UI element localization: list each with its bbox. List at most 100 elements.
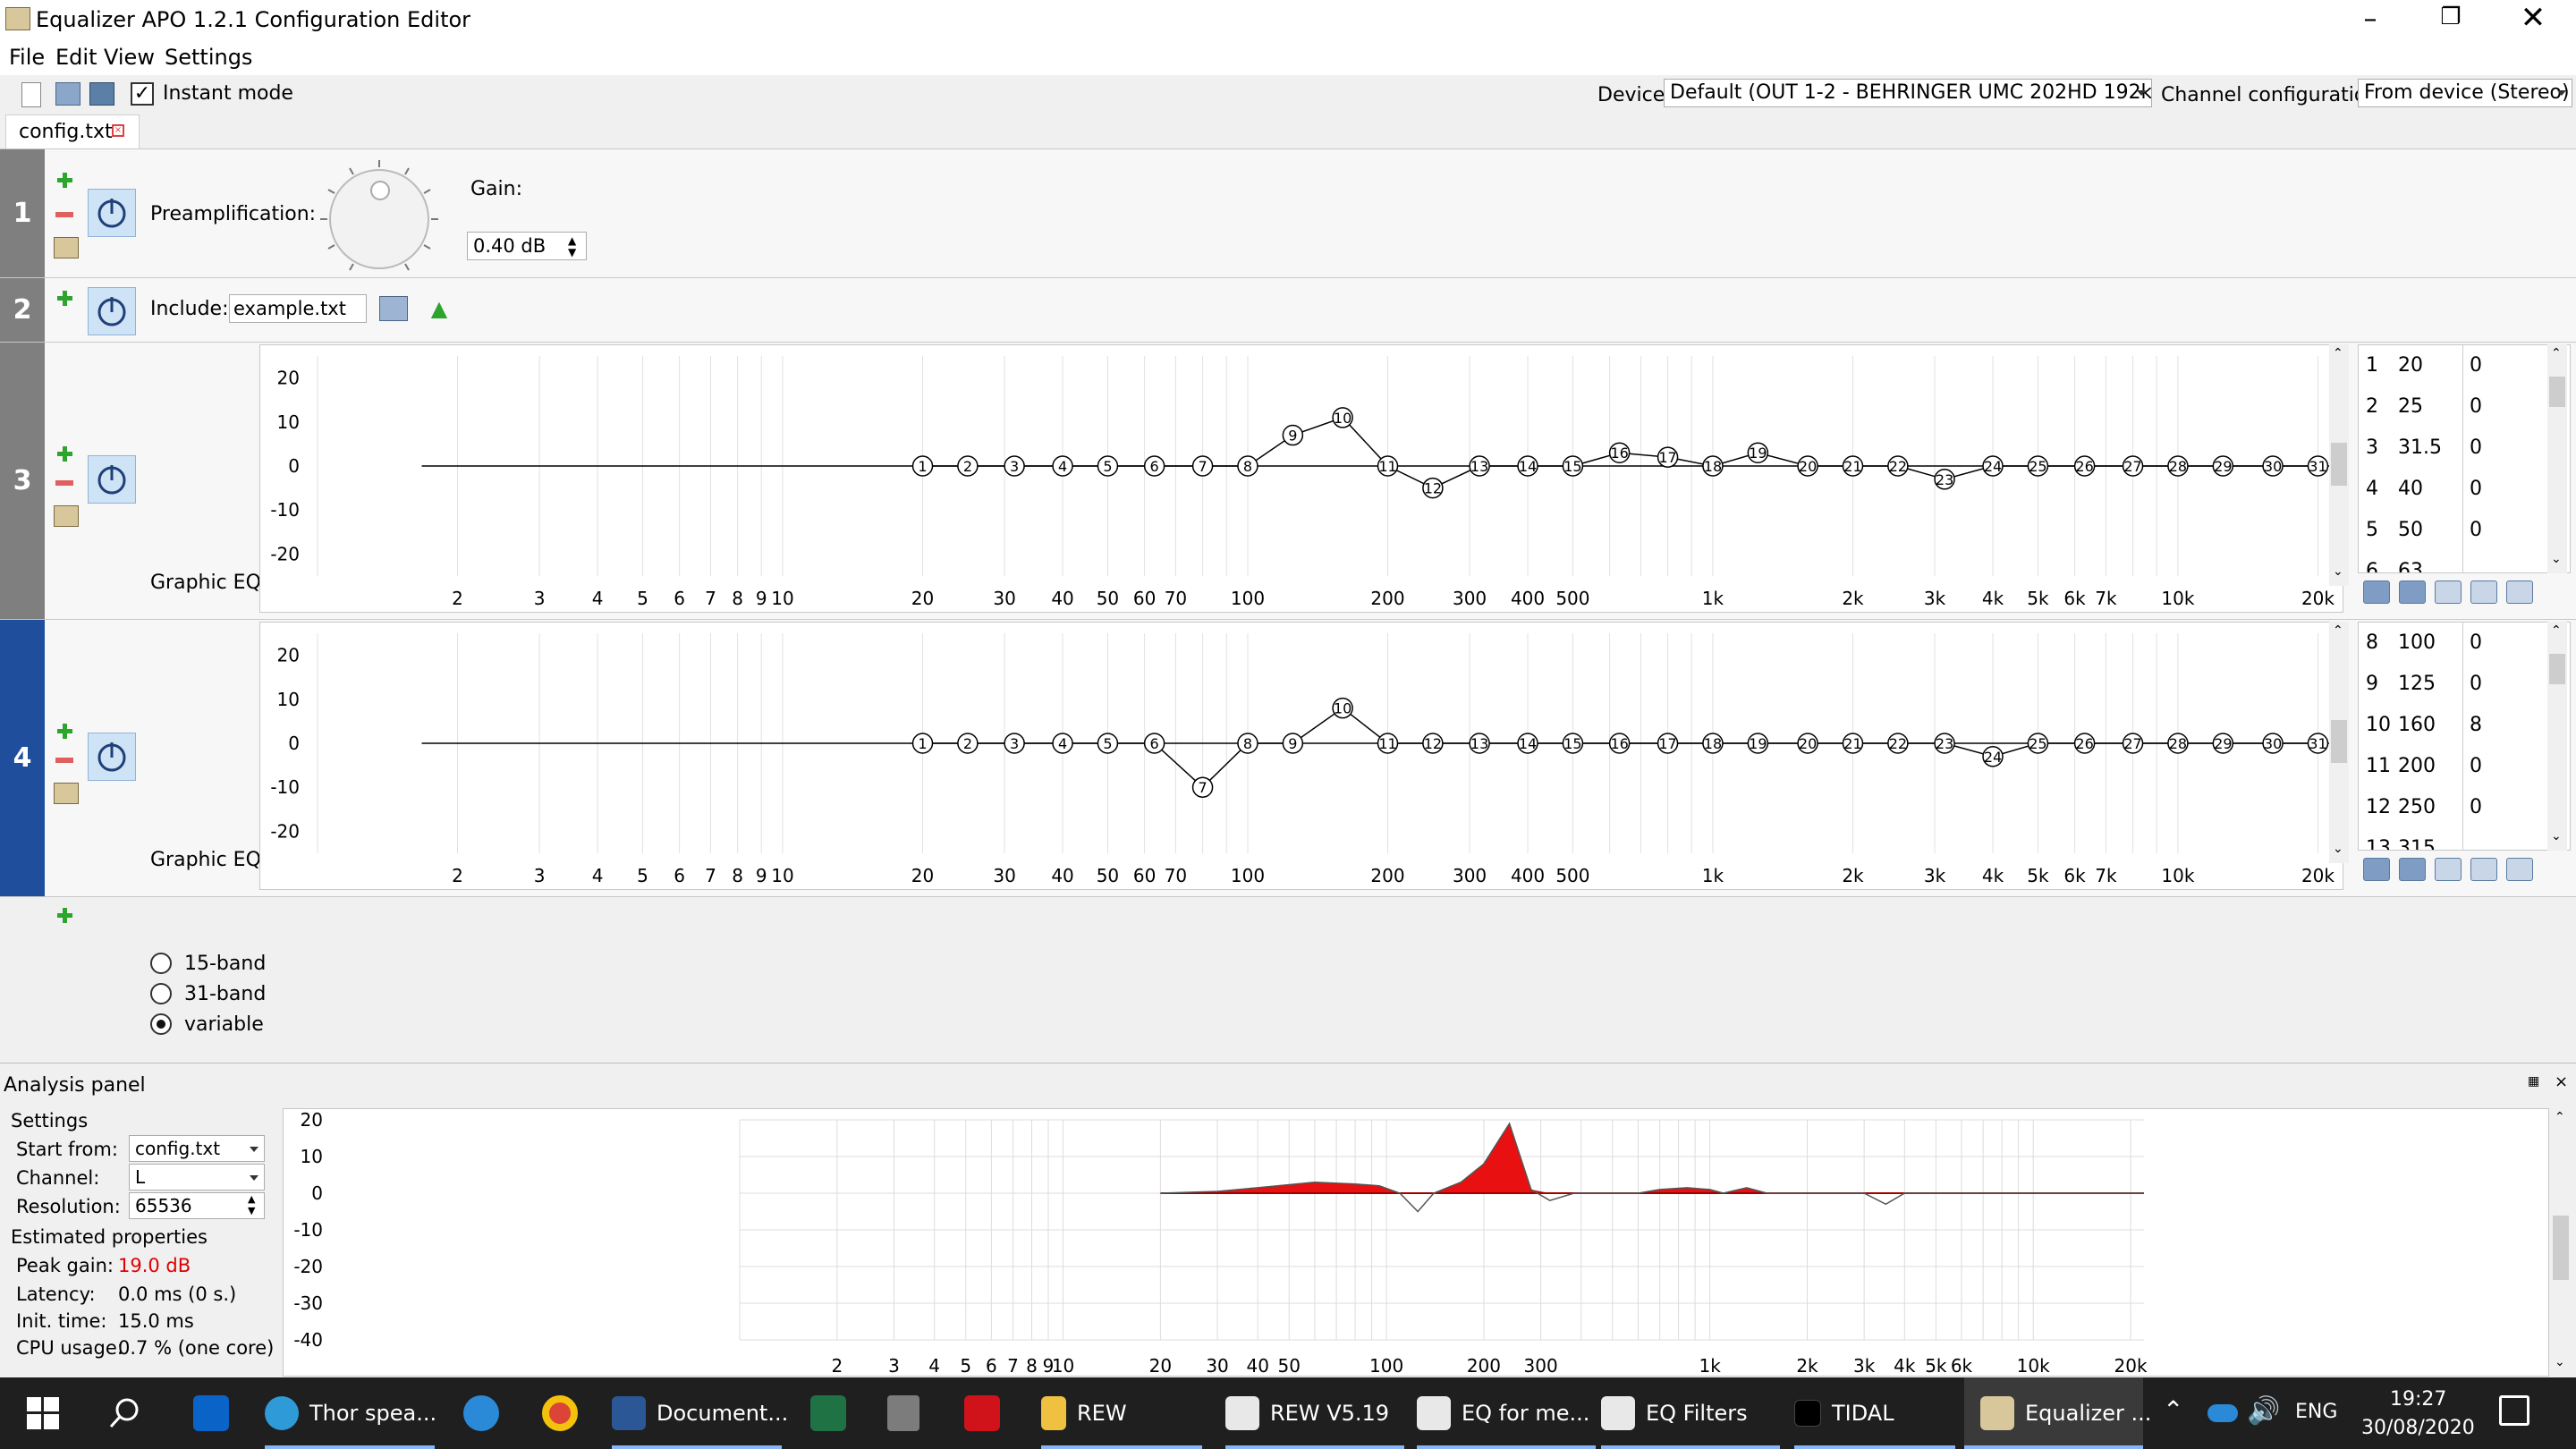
eq3-band-node-2[interactable]: 2 — [957, 455, 979, 477]
eq4-graph[interactable]: 20 10 0 -10 -20 2 3 4 5 6 7 8 9 10 20 30 40 50 60 70 100 200 3… — [259, 622, 2390, 890]
eq3-band-node-14[interactable]: 14 — [1517, 455, 1538, 477]
tab-config[interactable]: config.txt × — [5, 114, 140, 148]
edit-filter-icon[interactable] — [54, 237, 79, 258]
import-icon[interactable] — [2363, 580, 2390, 604]
eq3-band-node-5[interactable]: 5 — [1097, 455, 1119, 477]
taskbar-rew-folder[interactable]: REW — [1041, 1377, 1202, 1449]
radio-15-band[interactable] — [150, 953, 172, 974]
eq4-band-node-7[interactable]: 7 — [1191, 776, 1214, 798]
menu-edit[interactable]: Edit — [55, 45, 97, 70]
spin-down-icon[interactable]: ▼ — [568, 246, 576, 258]
menu-file[interactable]: File — [9, 45, 45, 70]
scroll-down-icon[interactable]: ⌄ — [2333, 842, 2343, 856]
eq3-band-node-25[interactable]: 25 — [2027, 455, 2049, 477]
table-row[interactable]: 11 200 0 — [2359, 746, 2570, 787]
device-dropdown[interactable]: Default (OUT 1-2 - BEHRINGER UMC 202HD 1… — [1664, 79, 2152, 107]
invert-icon[interactable] — [2470, 580, 2497, 604]
analysis-graph[interactable]: 20 10 0 -10 -20 -30 -40 2 3 4 5 6 7 8 9 10 20 30 40 50 100 20… — [283, 1108, 2549, 1377]
eq3-band-node-9[interactable]: 9 — [1282, 424, 1304, 446]
eq3-band-node-8[interactable]: 8 — [1237, 455, 1258, 477]
eq4-band-node-16[interactable]: 16 — [1608, 733, 1631, 754]
eq3-band-node-3[interactable]: 3 — [1004, 455, 1025, 477]
eq4-band-node-8[interactable]: 8 — [1237, 733, 1258, 754]
notifications-icon[interactable] — [2499, 1395, 2529, 1426]
acrobat-icon[interactable] — [964, 1395, 1000, 1431]
eq3-band-node-1[interactable]: 1 — [911, 455, 934, 477]
scroll-down-icon[interactable]: ⌄ — [2551, 552, 2562, 566]
eq3-band-node-15[interactable]: 15 — [1562, 455, 1584, 477]
eq4-band-node-29[interactable]: 29 — [2212, 733, 2234, 754]
scroll-down-icon[interactable]: ⌄ — [2333, 564, 2343, 579]
eq3-band-node-29[interactable]: 29 — [2212, 455, 2234, 477]
table-row[interactable]: 13 315 — [2359, 828, 2570, 850]
eq3-band-node-27[interactable]: 27 — [2122, 455, 2144, 477]
scroll-thumb[interactable] — [2331, 720, 2347, 763]
edit-filter-icon[interactable] — [54, 783, 79, 804]
remove-filter-icon[interactable] — [55, 480, 73, 486]
eq3-band-node-18[interactable]: 18 — [1702, 455, 1724, 477]
export-icon[interactable] — [2399, 858, 2426, 881]
table-row[interactable]: 10 160 8 — [2359, 705, 2570, 746]
eq3-scrollbar[interactable]: ⌃ ⌄ — [2329, 344, 2349, 586]
eq3-band-node-23[interactable]: 23 — [1934, 469, 1955, 490]
eq3-band-node-28[interactable]: 28 — [2167, 455, 2189, 477]
table-row[interactable]: 1 20 0 — [2359, 345, 2570, 386]
taskbar-eq-for-me[interactable]: EQ for me... — [1417, 1377, 1596, 1449]
table-row[interactable]: 9 125 0 — [2359, 664, 2570, 705]
table-row[interactable]: 3 31.5 0 — [2359, 428, 2570, 469]
table-row[interactable]: 12 250 0 — [2359, 787, 2570, 828]
eq4-band-node-14[interactable]: 14 — [1517, 733, 1538, 754]
scroll-up-icon[interactable]: ⌃ — [2551, 346, 2562, 360]
channel-config-dropdown[interactable]: From device (Stereo) — [2358, 79, 2572, 107]
close-panel-icon[interactable]: × — [2555, 1072, 2568, 1091]
eq4-scrollbar[interactable]: ⌃ ⌄ — [2329, 622, 2349, 863]
excel-icon[interactable] — [810, 1395, 846, 1431]
eq4-band-table[interactable]: 8 100 0 9 125 0 10 160 8 11 200 0 12 250 0 13 315 — [2358, 622, 2571, 851]
scroll-up-icon[interactable]: ⌃ — [2551, 623, 2562, 638]
eq3-band-node-12[interactable]: 12 — [1422, 477, 1444, 499]
eq4-band-node-30[interactable]: 30 — [2262, 733, 2284, 754]
channel-dropdown[interactable]: L — [129, 1164, 265, 1191]
save-file-icon[interactable] — [89, 82, 114, 106]
taskbar-eq-filters[interactable]: EQ Filters — [1601, 1377, 1780, 1449]
eq4-band-node-15[interactable]: 15 — [1562, 733, 1584, 754]
taskbar-rew-app[interactable]: REW V5.19 — [1225, 1377, 1404, 1449]
internet-explorer-icon[interactable] — [463, 1395, 499, 1431]
eq4-band-node-31[interactable]: 31 — [2307, 733, 2329, 754]
table-row[interactable]: 4 40 0 — [2359, 469, 2570, 510]
spin-up-icon[interactable]: ▲ — [248, 1193, 255, 1205]
search-icon[interactable] — [109, 1397, 141, 1429]
eq3-band-table[interactable]: 1 20 0 2 25 0 3 31.5 0 4 40 0 5 50 0 6 63 — [2358, 344, 2571, 573]
edit-filter-icon[interactable] — [54, 505, 79, 527]
analysis-scrollbar[interactable]: ⌃ ⌄ — [2551, 1108, 2571, 1377]
restore-button[interactable]: ❐ — [2433, 4, 2469, 36]
add-filter-icon[interactable] — [55, 906, 73, 924]
eq4-band-node-27[interactable]: 27 — [2122, 733, 2144, 754]
eq3-band-node-20[interactable]: 20 — [1797, 455, 1818, 477]
eq3-band-node-10[interactable]: 10 — [1332, 407, 1353, 428]
eq4-band-node-26[interactable]: 26 — [2073, 733, 2096, 754]
windows-start-icon[interactable] — [27, 1397, 59, 1429]
eq3-band-node-4[interactable]: 4 — [1052, 455, 1073, 477]
include-file-input[interactable]: example.txt — [229, 294, 367, 323]
spin-down-icon[interactable]: ▼ — [248, 1205, 255, 1216]
power-toggle-icon[interactable] — [88, 733, 136, 781]
eq3-band-node-7[interactable]: 7 — [1191, 455, 1214, 477]
row-number[interactable]: 3 — [0, 343, 45, 619]
eq4-band-node-10[interactable]: 10 — [1332, 697, 1353, 719]
scroll-thumb[interactable] — [2549, 654, 2565, 684]
spin-up-icon[interactable]: ▲ — [568, 234, 576, 247]
add-filter-icon[interactable] — [55, 171, 73, 189]
outlook-icon[interactable] — [193, 1395, 229, 1431]
eq4-band-node-12[interactable]: 12 — [1422, 733, 1444, 754]
normalize-icon[interactable] — [2506, 858, 2533, 881]
calculator-icon[interactable] — [887, 1395, 919, 1431]
taskbar-edge[interactable]: Thor spea... — [265, 1377, 436, 1449]
eq3-band-node-31[interactable]: 31 — [2307, 455, 2329, 477]
add-filter-icon[interactable] — [55, 289, 73, 307]
flatten-icon[interactable] — [2435, 580, 2462, 604]
eq4-band-node-21[interactable]: 21 — [1842, 733, 1864, 754]
invert-icon[interactable] — [2470, 858, 2497, 881]
power-toggle-icon[interactable] — [88, 455, 136, 504]
scroll-up-icon[interactable]: ⌃ — [2555, 1110, 2565, 1124]
